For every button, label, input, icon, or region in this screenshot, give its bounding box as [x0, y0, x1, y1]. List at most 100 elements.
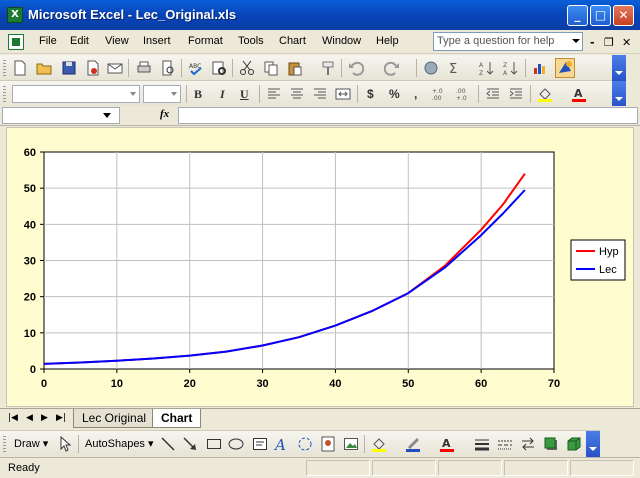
insert-function-button[interactable]: fx — [160, 108, 169, 120]
next-sheet-button[interactable]: ▶ — [41, 413, 48, 423]
shape-fill-color-icon[interactable] — [371, 436, 387, 452]
prev-sheet-button[interactable]: ◀ — [26, 413, 33, 423]
increase-decimal-icon[interactable]: +.0.00 — [432, 86, 448, 102]
select-objects-icon[interactable] — [57, 436, 73, 452]
line-style-icon[interactable] — [474, 436, 490, 452]
redo-icon[interactable] — [384, 60, 400, 76]
italic-button[interactable]: I — [220, 87, 225, 102]
legend-label-hyp: Hyp — [599, 246, 619, 258]
toolbar-grip[interactable] — [3, 436, 6, 452]
spelling-icon[interactable]: ABC — [188, 60, 204, 76]
menu-help[interactable]: Help — [376, 35, 399, 47]
clip-art-icon[interactable] — [320, 436, 336, 452]
diagram-icon[interactable] — [297, 436, 313, 452]
toolbar-grip[interactable] — [3, 60, 6, 76]
copy-icon[interactable] — [263, 60, 279, 76]
sort-descending-icon[interactable]: ZA — [503, 60, 519, 76]
toolbar-options-chevron[interactable] — [612, 81, 626, 107]
close-button[interactable]: ✕ — [613, 5, 634, 26]
research-icon[interactable] — [211, 60, 227, 76]
y-tick-label: 0 — [30, 364, 36, 376]
permission-icon[interactable] — [85, 60, 101, 76]
maximize-button[interactable]: □ — [590, 5, 611, 26]
underline-button[interactable]: U — [240, 87, 249, 102]
menu-file[interactable]: File — [39, 35, 57, 47]
bold-button[interactable]: B — [194, 87, 202, 102]
last-sheet-button[interactable]: ▶| — [56, 413, 66, 423]
dash-style-icon[interactable] — [497, 436, 513, 452]
rectangle-tool-icon[interactable] — [206, 436, 222, 452]
fill-color-icon[interactable] — [537, 86, 553, 102]
email-icon[interactable] — [107, 60, 123, 76]
name-box[interactable] — [2, 107, 120, 124]
menu-chart[interactable]: Chart — [279, 35, 306, 47]
menu-tools[interactable]: Tools — [238, 35, 264, 47]
align-left-icon[interactable] — [266, 86, 282, 102]
paste-icon[interactable] — [287, 60, 303, 76]
menu-view[interactable]: View — [105, 35, 129, 47]
chevron-down-icon[interactable] — [572, 39, 580, 43]
arrow-style-icon[interactable] — [520, 436, 536, 452]
help-search-input[interactable]: Type a question for help — [433, 32, 583, 51]
arrow-tool-icon[interactable] — [182, 436, 198, 452]
decrease-indent-icon[interactable] — [485, 86, 501, 102]
draw-menu-button[interactable]: Draw ▾ — [14, 437, 48, 450]
doc-close-button[interactable]: ✕ — [622, 36, 631, 49]
3d-style-icon[interactable] — [566, 436, 582, 452]
currency-button[interactable]: $ — [367, 87, 374, 101]
sheet-tab-chart[interactable]: Chart — [152, 409, 202, 428]
font-name-select[interactable] — [12, 85, 140, 103]
save-icon[interactable] — [61, 60, 77, 76]
autosum-icon[interactable]: Σ — [447, 60, 463, 76]
menu-format[interactable]: Format — [188, 35, 223, 47]
toolbar-options-chevron[interactable] — [612, 55, 626, 81]
menu-window[interactable]: Window — [322, 35, 361, 47]
line-chart[interactable]: 0 10 20 30 40 50 60 70 0 10 20 30 40 50 60 Hyp Lec — [7, 128, 635, 408]
drawing-toggle-icon[interactable] — [555, 58, 575, 78]
decrease-decimal-icon[interactable]: .00+.0 — [456, 86, 472, 102]
undo-icon[interactable] — [348, 60, 364, 76]
first-sheet-button[interactable]: |◀ — [8, 413, 18, 423]
menu-insert[interactable]: Insert — [143, 35, 171, 47]
doc-minimize-button[interactable]: - — [590, 36, 595, 49]
line-color-icon[interactable] — [405, 436, 421, 452]
sheet-tab-lec-original[interactable]: Lec Original — [73, 409, 156, 428]
chevron-down-icon[interactable] — [103, 113, 111, 118]
align-center-icon[interactable] — [289, 86, 305, 102]
formula-input[interactable] — [178, 107, 638, 124]
text-color-icon[interactable]: A — [439, 436, 455, 452]
sort-ascending-icon[interactable]: AZ — [479, 60, 495, 76]
chart-wizard-icon[interactable] — [532, 60, 548, 76]
chart-area[interactable]: 0 10 20 30 40 50 60 70 0 10 20 30 40 50 60 Hyp Lec — [6, 127, 634, 407]
percent-button[interactable]: % — [389, 87, 400, 101]
merge-center-icon[interactable] — [335, 86, 351, 102]
autoshapes-menu-button[interactable]: AutoShapes ▾ — [85, 437, 154, 450]
font-size-select[interactable] — [143, 85, 181, 103]
text-box-icon[interactable] — [252, 436, 268, 452]
toolbar-grip[interactable] — [3, 86, 6, 102]
shadow-style-icon[interactable] — [543, 436, 559, 452]
print-icon[interactable] — [136, 60, 152, 76]
align-right-icon[interactable] — [312, 86, 328, 102]
increase-indent-icon[interactable] — [508, 86, 524, 102]
minimize-button[interactable]: _ — [567, 5, 588, 26]
doc-restore-button[interactable]: ❐ — [604, 36, 614, 49]
font-color-icon[interactable]: A — [571, 86, 587, 102]
hyperlink-icon[interactable] — [423, 60, 439, 76]
open-folder-icon[interactable] — [36, 60, 52, 76]
print-preview-icon[interactable] — [160, 60, 176, 76]
insert-picture-icon[interactable] — [343, 436, 359, 452]
line-tool-icon[interactable] — [160, 436, 176, 452]
new-document-icon[interactable] — [12, 60, 28, 76]
x-tick-label: 60 — [475, 378, 487, 390]
wordart-icon[interactable]: A — [274, 436, 290, 452]
workbook-icon[interactable] — [8, 34, 24, 50]
format-painter-icon[interactable] — [320, 60, 336, 76]
oval-tool-icon[interactable] — [228, 436, 244, 452]
toolbar-separator — [416, 59, 417, 77]
menu-edit[interactable]: Edit — [70, 35, 89, 47]
comma-button[interactable]: , — [414, 87, 417, 101]
toolbar-options-chevron[interactable] — [586, 431, 600, 457]
excel-app-icon[interactable]: X — [7, 7, 23, 23]
cut-icon[interactable] — [239, 60, 255, 76]
